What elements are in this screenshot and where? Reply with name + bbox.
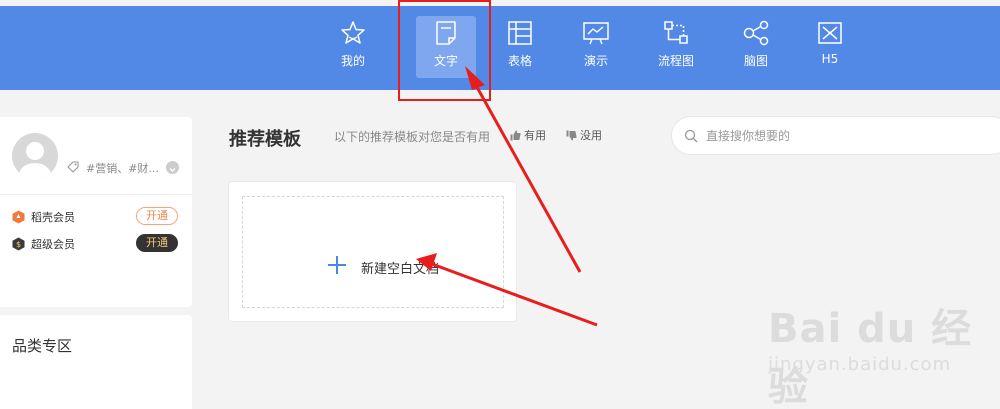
- table-icon: [508, 21, 532, 45]
- recommended-templates-title: 推荐模板: [229, 129, 301, 150]
- search-box: [671, 116, 1000, 155]
- nav-item-presentation[interactable]: 演示: [566, 16, 626, 78]
- nav-item-flowchart[interactable]: 流程图: [646, 16, 706, 78]
- nav-label-h5: H5: [821, 52, 839, 66]
- nav-label-table: 表格: [507, 54, 532, 68]
- category-title: 品类专区: [12, 337, 73, 355]
- tag-icon: [67, 161, 79, 173]
- docer-open-button[interactable]: 开通: [136, 207, 178, 225]
- search-icon[interactable]: [684, 129, 698, 143]
- profile-card: #营销、#财... 稻壳会员 开通 $ 超级会员 开通: [0, 117, 192, 307]
- new-document-card[interactable]: 新建空白文档: [228, 181, 517, 322]
- category-card: 品类专区: [0, 315, 192, 409]
- svg-text:$: $: [16, 240, 21, 249]
- top-nav-bar: 我的 文字 表格 演示 流程图 脑图 H5: [0, 6, 1000, 90]
- thumbs-up-icon: [510, 130, 521, 140]
- member-row-super: $ 超级会员: [12, 236, 75, 252]
- nav-label-presentation: 演示: [583, 54, 608, 68]
- nav-label-flowchart: 流程图: [657, 54, 694, 68]
- tags-expand-button[interactable]: [166, 161, 179, 174]
- plus-icon: [328, 256, 346, 274]
- search-input[interactable]: [706, 126, 986, 146]
- useless-button[interactable]: 没用: [566, 127, 602, 143]
- watermark-url: jingyan.baidu.com: [768, 354, 952, 375]
- annotation-highlight-box: [398, 0, 491, 101]
- docer-member-icon: [12, 210, 25, 224]
- presentation-icon: [583, 22, 609, 45]
- baidu-watermark: Bai du 经验 jingyan.baidu.com: [768, 296, 1000, 409]
- mindmap-icon: [743, 20, 769, 46]
- star-icon: [341, 21, 365, 44]
- nav-label-mindmap: 脑图: [743, 54, 768, 68]
- useless-label: 没用: [580, 129, 602, 142]
- member-label-super: 超级会员: [31, 238, 75, 251]
- h5-icon: [818, 22, 842, 44]
- user-avatar-icon: [19, 142, 51, 179]
- nav-label-mine: 我的: [340, 54, 365, 68]
- nav-item-h5[interactable]: H5: [800, 16, 860, 78]
- member-row-docer: 稻壳会员: [12, 209, 75, 225]
- feedback-question: 以下的推荐模板对您是否有用: [334, 130, 491, 144]
- nav-item-table[interactable]: 表格: [490, 16, 550, 78]
- member-label-docer: 稻壳会员: [31, 211, 75, 224]
- flowchart-icon: [664, 21, 688, 44]
- nav-item-mine[interactable]: 我的: [323, 16, 383, 78]
- chevron-down-icon: [169, 168, 176, 172]
- new-blank-document-label: 新建空白文档: [361, 262, 440, 277]
- interest-tags: #营销、#财...: [86, 162, 159, 175]
- avatar[interactable]: [12, 133, 58, 179]
- super-member-icon: $: [12, 237, 25, 251]
- nav-item-mindmap[interactable]: 脑图: [726, 16, 786, 78]
- thumbs-down-icon: [566, 130, 577, 140]
- super-open-button[interactable]: 开通: [136, 234, 178, 252]
- useful-label: 有用: [524, 129, 546, 142]
- profile-divider: [0, 194, 192, 195]
- useful-button[interactable]: 有用: [510, 127, 546, 143]
- new-document-dropzone[interactable]: 新建空白文档: [242, 196, 504, 308]
